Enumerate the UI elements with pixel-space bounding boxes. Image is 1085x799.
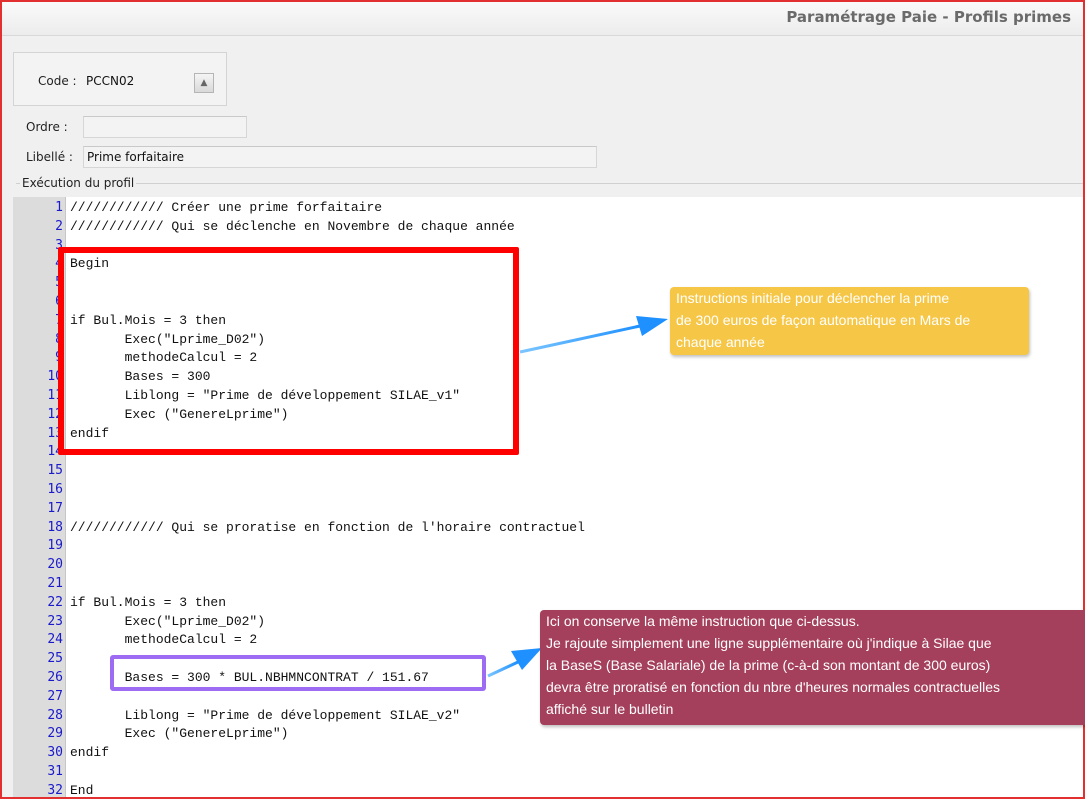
code-line: 30 endif [13,743,1083,762]
libelle-field[interactable]: Prime forfaitaire [83,146,597,168]
line-number: 32 [47,782,63,797]
line-number: 25 [47,651,63,667]
line-number: 4 [55,256,63,272]
libelle-value: Prime forfaitaire [87,150,185,164]
line-number: 9 [55,350,63,366]
line-number: 7 [55,312,63,328]
code-line: 22 if Bul.Mois = 3 then [13,593,1083,612]
note-line: la BaseS (Base Salariale) de la prime (c… [546,657,991,673]
line-number: 13 [47,425,63,441]
code-line: 29 Exec ("GenereLprime") [13,724,1083,743]
line-number: 19 [47,538,63,554]
note-line: Je rajoute simplement une ligne suppléme… [546,635,992,651]
line-number: 12 [47,406,63,422]
line-number: 23 [47,613,63,629]
line-number: 29 [47,726,63,742]
code-line: 31 [13,762,1083,781]
code-line: 20 [13,555,1083,574]
note-line: Ici on conserve la même instruction que … [546,613,860,629]
code-text: Liblong = "Prime de développement SILAE_… [70,707,461,723]
code-text: methodeCalcul = 2 [70,632,258,648]
libelle-label: Libellé : [26,150,73,164]
group-label-execution: Exécution du profil [20,176,137,190]
code-text: End [70,782,94,797]
code-text: Exec ("GenereLprime") [70,726,289,742]
code-text: if Bul.Mois = 3 then [70,594,227,610]
code-line: 16 [13,480,1083,499]
code-text: Exec("Lprime_D02") [70,613,266,629]
code-line: 17 [13,499,1083,518]
window-title: Paramétrage Paie - Profils primes [786,8,1071,26]
line-number: 11 [47,388,63,403]
line-number: 17 [47,500,63,516]
code-line: 18 //////////// Qui se proratise en fonct… [13,518,1083,537]
line-number: 15 [47,463,63,479]
code-line: 2 //////////// Qui se déclenche en Novemb… [13,217,1083,236]
group-divider [16,183,1083,184]
line-number: 14 [47,444,63,460]
line-number: 1 [55,200,63,215]
note-yellow: Instructions initiale pour déclencher la… [670,287,1029,355]
code-line: 32 End [13,781,1083,797]
line-number: 18 [47,519,63,535]
code-text: //////////// Créer une prime forfaitaire [70,200,383,215]
code-line: 15 [13,461,1083,480]
line-number: 3 [55,237,63,253]
note-line: de 300 euros de façon automatique en Mar… [676,312,971,328]
code-text: endif [70,745,110,761]
code-text: //////////// Qui se déclenche en Novembr… [70,218,515,234]
title-bar: Paramétrage Paie - Profils primes [2,2,1083,36]
code-line: 1 //////////// Créer une prime forfaitair… [13,198,1083,217]
code-label: Code : [38,74,77,88]
ordre-label: Ordre : [26,120,68,134]
line-number: 8 [55,331,63,347]
code-line: 19 [13,536,1083,555]
highlight-box-red [58,247,519,455]
line-number: 2 [55,218,63,234]
line-number: 10 [47,369,63,385]
line-number: 16 [47,482,63,497]
line-number: 6 [55,294,63,309]
ordre-field[interactable] [83,116,247,138]
line-number: 24 [47,632,63,648]
line-number: 21 [47,576,63,591]
highlight-box-violet [110,655,486,691]
line-number: 31 [47,764,63,779]
code-line: 21 [13,574,1083,593]
line-number: 5 [55,275,63,291]
combo-up-arrow-icon[interactable]: ▲ [194,73,214,93]
line-number: 30 [47,745,63,761]
line-number: 20 [47,557,63,573]
note-purple: Ici on conserve la même instruction que … [540,610,1085,725]
note-line: devra être proratisé en fonction du nbre… [546,679,1001,695]
code-combo-value[interactable]: PCCN02 [86,74,134,88]
line-number: 26 [47,670,63,685]
line-number: 22 [47,594,63,610]
line-number: 28 [47,707,63,723]
note-line: chaque année [676,334,765,350]
note-line: Instructions initiale pour déclencher la… [676,290,950,306]
code-text: //////////// Qui se proratise en fonctio… [70,519,585,535]
line-number: 27 [47,688,63,704]
note-line: affiché sur le bulletin [546,701,674,717]
